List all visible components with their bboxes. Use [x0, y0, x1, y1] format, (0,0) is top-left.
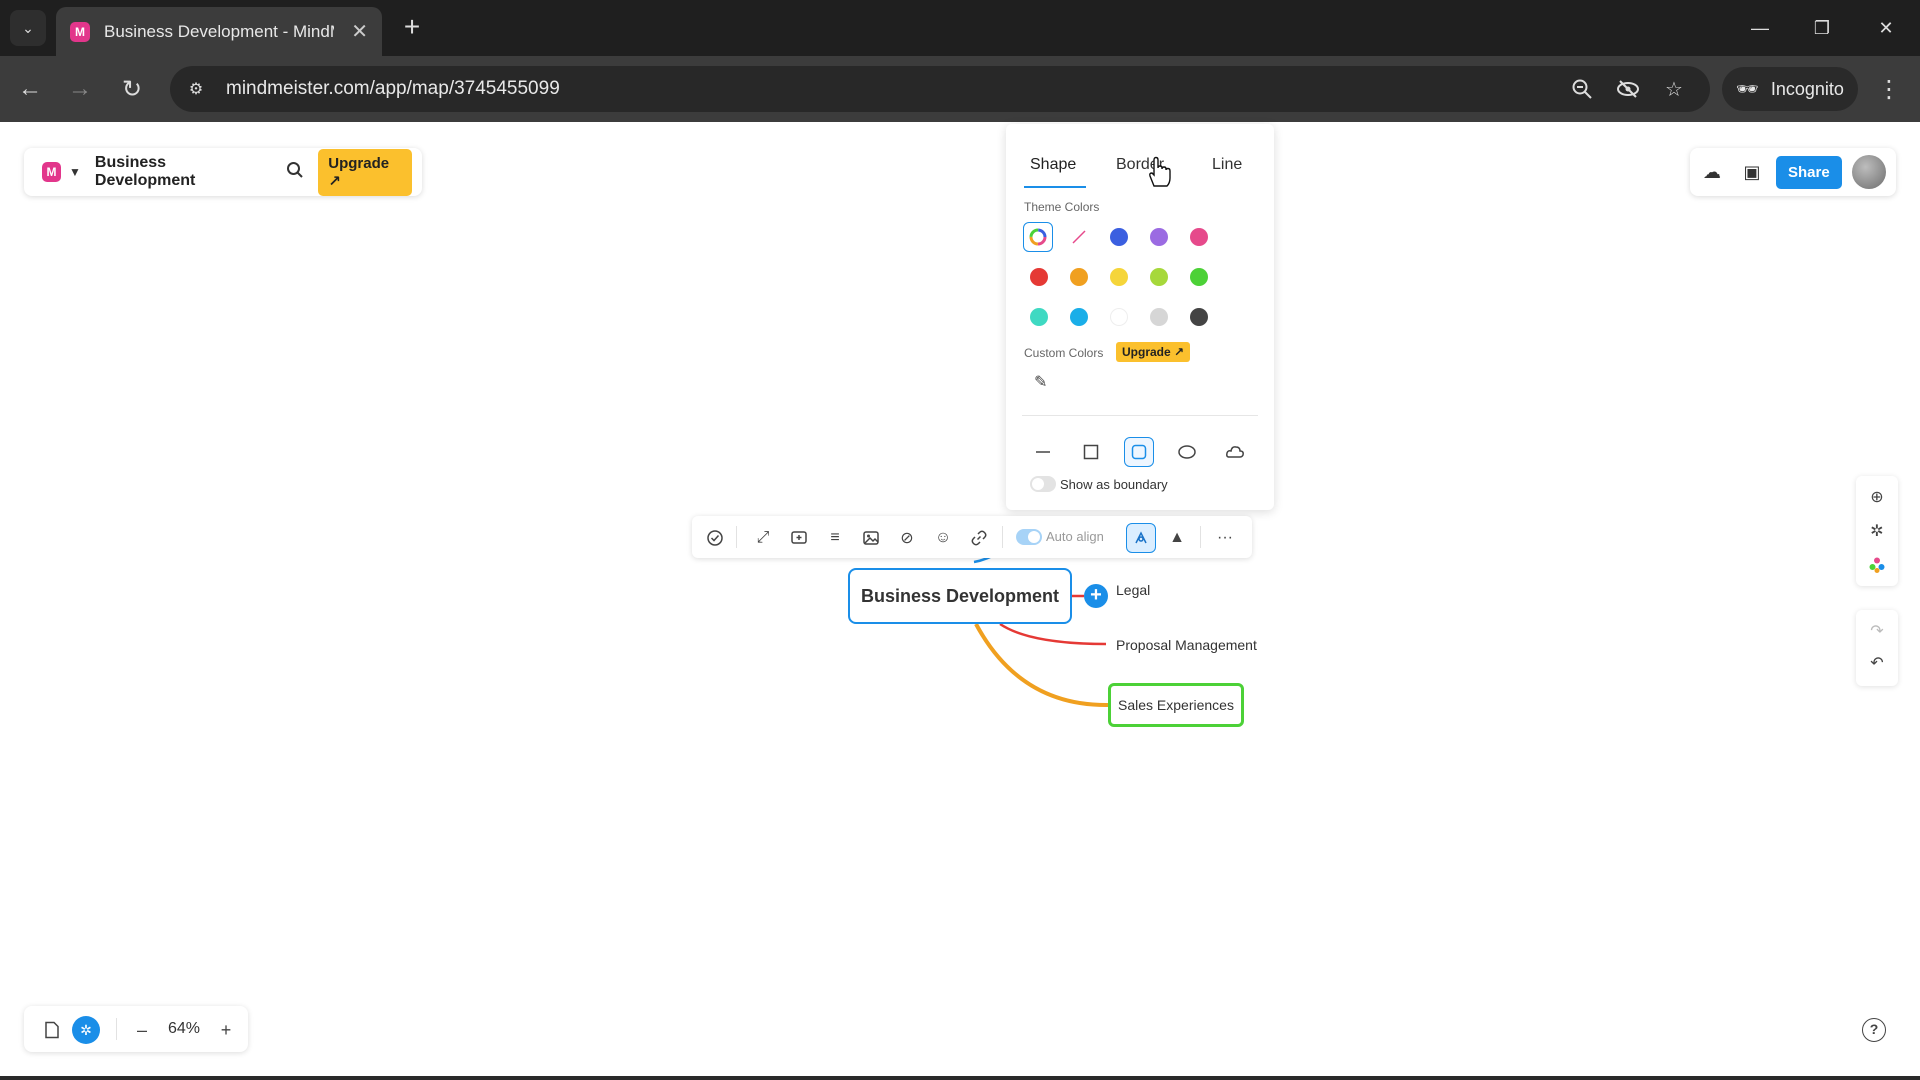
swatch-teal[interactable]	[1030, 308, 1048, 326]
shape-cloud-option[interactable]	[1220, 437, 1250, 467]
emoji-icon[interactable]: ☺	[932, 527, 954, 549]
right-tool-rail: ⊕ ✲	[1856, 476, 1898, 586]
bottom-edge	[0, 1076, 1920, 1080]
show-as-boundary-label: Show as boundary	[1060, 477, 1168, 492]
swatch-red[interactable]	[1030, 268, 1048, 286]
map-header: M ▼ Business Development Upgrade ↗	[24, 148, 422, 196]
swatch-sky[interactable]	[1070, 308, 1088, 326]
export-cloud-icon[interactable]: ☁	[1700, 162, 1724, 183]
hand-cursor-icon	[1149, 156, 1171, 187]
zoom-bar-divider	[116, 1018, 117, 1040]
root-node[interactable]: Business Development	[848, 568, 1072, 624]
chevron-down-icon[interactable]: ▼	[69, 165, 81, 179]
swatch-yellow[interactable]	[1110, 268, 1128, 286]
swatch-green[interactable]	[1190, 268, 1208, 286]
connector-sales	[974, 623, 1109, 708]
node-legal[interactable]: Legal	[1116, 582, 1150, 598]
panel-divider	[1022, 415, 1258, 416]
swatch-dark-gray[interactable]	[1190, 308, 1208, 326]
help-icon[interactable]: ?	[1862, 1018, 1886, 1042]
auto-align-label: Auto align	[1046, 529, 1104, 544]
map-title[interactable]: Business Development	[95, 154, 262, 190]
upgrade-button[interactable]: Upgrade ↗	[318, 148, 412, 196]
node-sales-experiences[interactable]: Sales Experiences	[1108, 683, 1244, 727]
swatch-orange[interactable]	[1070, 268, 1088, 286]
share-button[interactable]: Share	[1776, 155, 1842, 189]
tab-line[interactable]: Line	[1212, 156, 1242, 174]
mindmeister-logo-icon[interactable]: M	[42, 162, 62, 182]
swatch-light-gray[interactable]	[1150, 308, 1168, 326]
no-color-swatch[interactable]	[1070, 228, 1088, 246]
swatch-white[interactable]	[1110, 308, 1128, 326]
add-topic-icon[interactable]: ⊕	[1866, 486, 1888, 508]
swatch-blue[interactable]	[1110, 228, 1128, 246]
zoom-level[interactable]: 64%	[168, 1020, 200, 1038]
connect-nodes-icon[interactable]: ⤢	[752, 527, 774, 549]
node-toolbar: ⤢ ≡ ⊘ ☺ Auto align ▲ ···	[692, 516, 1252, 558]
theme-colors-icon[interactable]	[1866, 554, 1888, 576]
toolbar-divider	[1200, 526, 1201, 548]
theme-colors-label: Theme Colors	[1024, 200, 1100, 214]
add-note-icon[interactable]	[788, 527, 810, 549]
shape-rectangle-option[interactable]	[1076, 437, 1106, 467]
zoom-in-button[interactable]: +	[214, 1018, 238, 1042]
tab-shape[interactable]: Shape	[1030, 156, 1076, 174]
map-actions-header: ☁ ▣ Share	[1690, 148, 1896, 196]
show-as-boundary-toggle[interactable]	[1030, 476, 1056, 492]
mind-map-view-icon[interactable]: ✲	[72, 1016, 100, 1044]
presentation-icon[interactable]: ▣	[1740, 162, 1764, 183]
active-tab-indicator	[1024, 186, 1086, 188]
swatch-lime[interactable]	[1150, 268, 1168, 286]
eyedropper-icon[interactable]: ✎	[1034, 372, 1047, 392]
more-options-icon[interactable]: ···	[1214, 527, 1236, 549]
history-rail: ↷ ↶	[1856, 610, 1898, 686]
zoom-bar: ✲ – 64% +	[24, 1006, 248, 1052]
add-child-node-button[interactable]: +	[1084, 584, 1108, 608]
avatar[interactable]	[1851, 155, 1886, 189]
text-format-icon[interactable]: ≡	[824, 527, 846, 549]
map-layout-icon[interactable]: ✲	[1866, 520, 1888, 542]
redo-icon[interactable]: ↷	[1866, 620, 1888, 642]
shape-ellipse-option[interactable]	[1172, 437, 1202, 467]
swatch-pink[interactable]	[1190, 228, 1208, 246]
toolbar-divider	[736, 526, 737, 548]
hyperlink-icon[interactable]	[968, 527, 990, 549]
attachment-link-icon[interactable]: ⊘	[896, 527, 918, 549]
custom-colors-label: Custom Colors	[1024, 346, 1104, 360]
image-icon[interactable]	[860, 527, 882, 549]
style-panel: Shape Border Line Theme Colors Custom Co…	[1006, 124, 1274, 510]
undo-icon[interactable]: ↶	[1866, 652, 1888, 674]
triangle-style-icon[interactable]: ▲	[1166, 527, 1188, 549]
toolbar-divider	[1002, 526, 1003, 548]
node-proposal-management[interactable]: Proposal Management	[1116, 637, 1257, 653]
zoom-out-button[interactable]: –	[130, 1018, 154, 1042]
multicolor-swatch[interactable]	[1029, 228, 1047, 246]
search-icon[interactable]	[286, 161, 304, 184]
auto-align-toggle[interactable]	[1016, 529, 1042, 545]
style-brush-icon[interactable]	[1126, 523, 1156, 553]
shape-rounded-rectangle-option[interactable]	[1124, 437, 1154, 467]
swatch-purple[interactable]	[1150, 228, 1168, 246]
task-check-icon[interactable]	[704, 527, 726, 549]
connector-proposal	[999, 622, 1107, 646]
shape-line-option[interactable]	[1028, 437, 1058, 467]
custom-colors-upgrade-button[interactable]: Upgrade ↗	[1116, 342, 1191, 362]
outline-view-icon[interactable]	[40, 1018, 64, 1042]
